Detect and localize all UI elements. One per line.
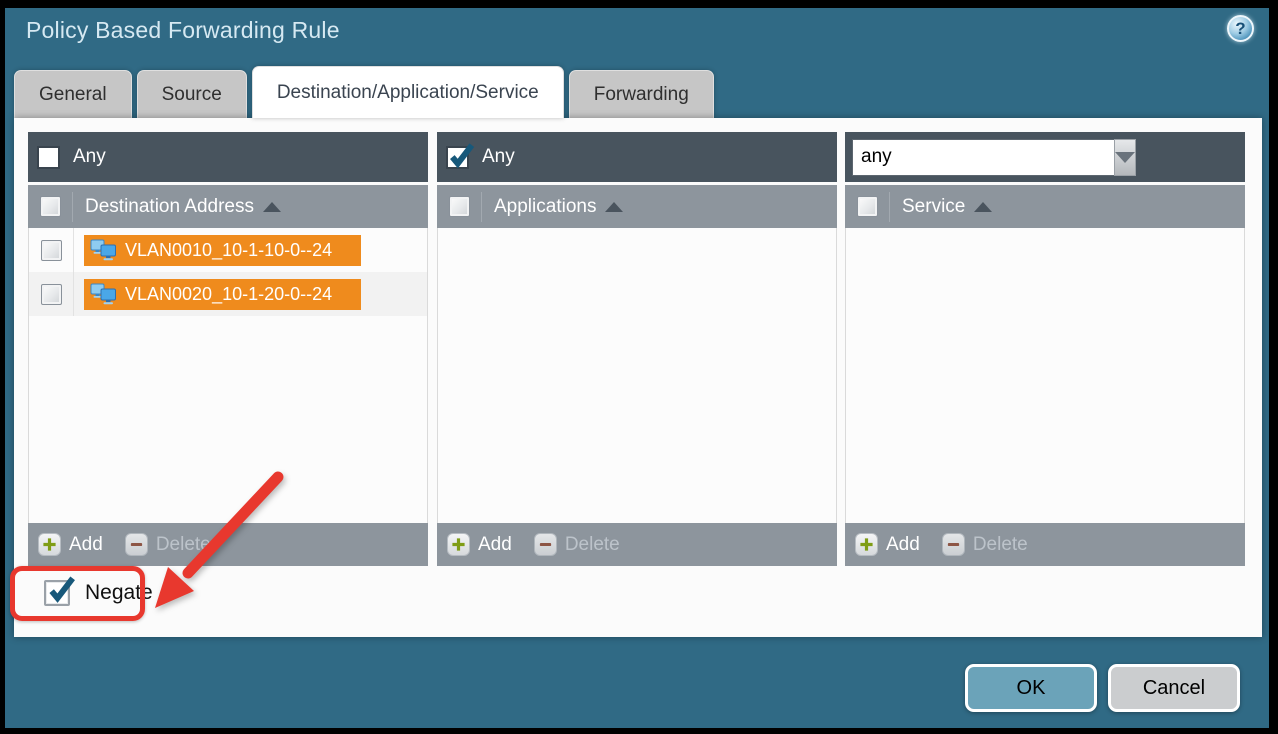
applications-list	[437, 228, 837, 523]
service-dropdown-input[interactable]	[852, 139, 1114, 176]
applications-column: Any Applications Add Delete	[437, 132, 837, 566]
destination-footer: Add Delete	[28, 523, 428, 566]
address-object-vlan0020[interactable]: VLAN0020_10-1-20-0--24	[84, 279, 361, 310]
cancel-button[interactable]: Cancel	[1108, 664, 1240, 712]
address-object-vlan0010[interactable]: VLAN0010_10-1-10-0--24	[84, 235, 361, 266]
add-icon[interactable]	[38, 533, 61, 556]
applications-footer: Add Delete	[437, 523, 837, 566]
chevron-down-icon	[1115, 152, 1135, 163]
applications-any-checkbox-checked[interactable]	[446, 146, 469, 169]
delete-icon	[942, 533, 965, 556]
add-icon[interactable]	[447, 533, 470, 556]
address-object-label: VLAN0010_10-1-10-0--24	[125, 240, 332, 261]
help-icon[interactable]: ?	[1227, 15, 1254, 42]
tab-general[interactable]: General	[14, 70, 132, 118]
applications-any-band: Any	[437, 132, 837, 182]
dialog-title: Policy Based Forwarding Rule	[26, 17, 340, 44]
row-checkbox[interactable]	[41, 240, 62, 261]
sort-asc-icon	[263, 202, 281, 212]
add-button[interactable]: Add	[478, 534, 512, 556]
sort-asc-icon	[974, 202, 992, 212]
service-dropdown	[852, 139, 1113, 176]
ok-button[interactable]: OK	[965, 664, 1097, 712]
delete-button: Delete	[973, 534, 1028, 556]
service-header-label[interactable]: Service	[889, 192, 992, 222]
dropdown-button[interactable]	[1114, 139, 1136, 176]
network-address-icon	[90, 283, 117, 306]
address-object-label: VLAN0020_10-1-20-0--24	[125, 284, 332, 305]
destination-select-all-checkbox[interactable]	[40, 196, 61, 217]
screenshot-root: Policy Based Forwarding Rule ? General S…	[0, 0, 1278, 734]
destination-address-column: Any Destination Address	[28, 132, 428, 566]
delete-button: Delete	[565, 534, 620, 556]
applications-header: Applications	[437, 185, 837, 228]
row-checkbox[interactable]	[41, 284, 62, 305]
service-list	[845, 228, 1245, 523]
table-row[interactable]: VLAN0020_10-1-20-0--24	[29, 272, 427, 316]
destination-any-checkbox[interactable]	[37, 146, 60, 169]
add-icon[interactable]	[855, 533, 878, 556]
network-address-icon	[90, 239, 117, 262]
tab-forwarding[interactable]: Forwarding	[569, 70, 714, 118]
add-button[interactable]: Add	[886, 534, 920, 556]
tab-content-panel: Any Destination Address	[14, 118, 1262, 637]
delete-icon	[534, 533, 557, 556]
destination-address-header-label[interactable]: Destination Address	[72, 192, 281, 222]
delete-button: Delete	[156, 534, 211, 556]
tab-bar: General Source Destination/Application/S…	[14, 66, 714, 118]
applications-select-all-checkbox[interactable]	[449, 196, 470, 217]
delete-icon	[125, 533, 148, 556]
table-row[interactable]: VLAN0010_10-1-10-0--24	[29, 228, 427, 272]
destination-any-band: Any	[28, 132, 428, 182]
service-dropdown-band	[845, 132, 1245, 182]
destination-any-label: Any	[73, 146, 106, 168]
service-column: Service Add Delete	[845, 132, 1245, 566]
add-button[interactable]: Add	[69, 534, 103, 556]
service-footer: Add Delete	[845, 523, 1245, 566]
tab-destination-application-service[interactable]: Destination/Application/Service	[252, 66, 564, 118]
destination-address-header: Destination Address	[28, 185, 428, 228]
tab-source[interactable]: Source	[137, 70, 247, 118]
negate-highlight-box	[10, 566, 145, 621]
applications-header-label[interactable]: Applications	[481, 192, 623, 222]
destination-address-list: VLAN0010_10-1-10-0--24	[28, 228, 428, 523]
sort-asc-icon	[605, 202, 623, 212]
service-select-all-checkbox[interactable]	[857, 196, 878, 217]
applications-any-label: Any	[482, 146, 515, 168]
service-header: Service	[845, 185, 1245, 228]
